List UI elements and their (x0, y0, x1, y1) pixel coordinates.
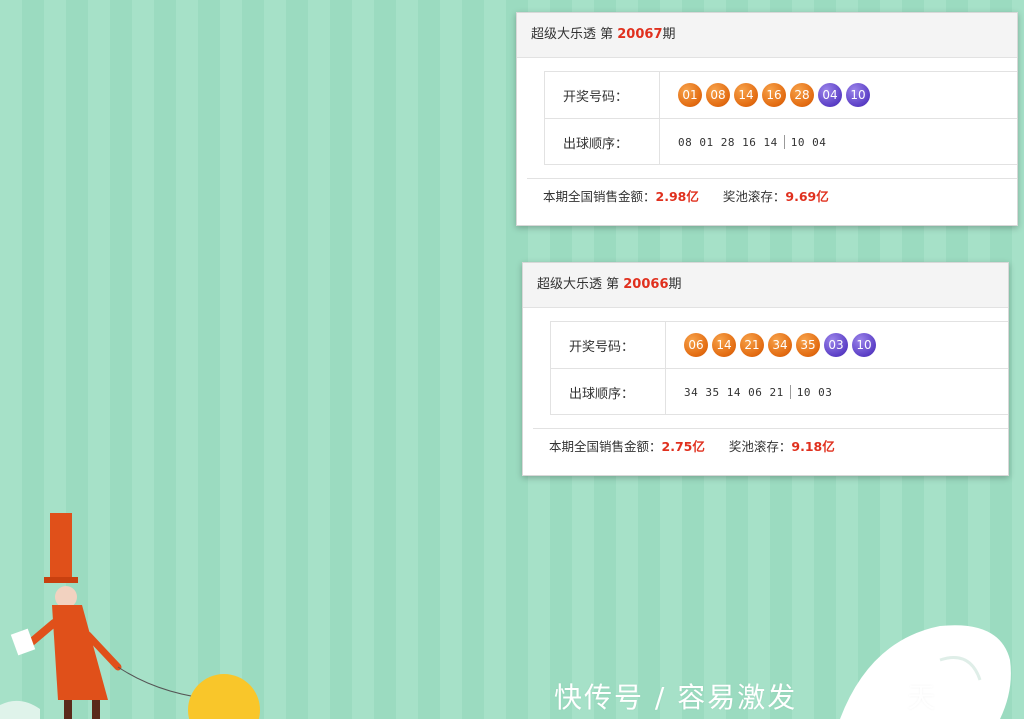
order-row: 出球顺序： 08 01 28 16 14 10 04 (545, 119, 1017, 165)
lottery-card-20067: 超级大乐透 第 20067期 开奖号码： 01 08 14 16 28 04 1… (516, 12, 1018, 226)
order-label: 出球顺序： (551, 369, 666, 415)
order-row: 出球顺序： 34 35 14 06 21 10 03 (551, 369, 1008, 415)
blue-ball: 10 (852, 333, 876, 357)
red-ball: 28 (790, 83, 814, 107)
balls-container: 01 08 14 16 28 04 10 (660, 83, 870, 107)
order-separator (783, 135, 785, 149)
balls-container: 06 14 21 34 35 03 10 (666, 333, 876, 357)
order-separator (789, 385, 791, 399)
sales-info: 本期全国销售金额：2.75亿 (549, 436, 705, 455)
sales-value: 2.75亿 (661, 438, 705, 454)
header-prefix: 超级大乐透 第 (531, 27, 618, 42)
red-ball: 08 (706, 83, 730, 107)
red-ball: 14 (712, 333, 736, 357)
sales-value: 2.98亿 (655, 188, 699, 204)
order-front: 08 01 28 16 14 (678, 135, 778, 149)
watermark-main: 快传号 / 容易激发 (554, 681, 798, 714)
order-back: 10 04 (790, 135, 827, 149)
order-front: 34 35 14 06 21 (684, 385, 784, 399)
draw-table: 开奖号码： 06 14 21 34 35 03 10 出球顺序： 34 35 1… (550, 321, 1008, 415)
blue-ball: 04 (818, 83, 842, 107)
issue-number: 20066 (623, 277, 669, 292)
red-ball: 14 (734, 83, 758, 107)
red-ball: 16 (762, 83, 786, 107)
pool-info: 奖池滚存：9.69亿 (723, 186, 829, 205)
watermark-text: 快传号 / 容易激发 天 (554, 676, 937, 716)
numbers-label: 开奖号码： (551, 322, 666, 368)
header-prefix: 超级大乐透 第 (537, 277, 624, 292)
red-ball: 21 (740, 333, 764, 357)
numbers-row: 开奖号码： 01 08 14 16 28 04 10 (545, 72, 1017, 119)
numbers-row: 开奖号码： 06 14 21 34 35 03 10 (551, 322, 1008, 369)
pool-label: 奖池滚存： (722, 188, 786, 204)
header-suffix: 期 (668, 277, 682, 292)
order-back: 10 03 (796, 385, 833, 399)
header-suffix: 期 (662, 27, 676, 42)
card-header: 超级大乐透 第 20067期 (517, 13, 1017, 58)
walking-person-illustration (0, 513, 260, 719)
order-sequence: 34 35 14 06 21 10 03 (666, 385, 832, 399)
pool-label: 奖池滚存： (728, 438, 792, 454)
sales-label: 本期全国销售金额： (549, 438, 662, 454)
pool-value: 9.18亿 (791, 438, 835, 454)
red-ball: 34 (768, 333, 792, 357)
numbers-label: 开奖号码： (545, 72, 660, 118)
sales-info: 本期全国销售金额：2.98亿 (543, 186, 699, 205)
sales-label: 本期全国销售金额： (543, 188, 656, 204)
red-ball: 35 (796, 333, 820, 357)
pool-info: 奖池滚存：9.18亿 (729, 436, 835, 455)
card-header: 超级大乐透 第 20066期 (523, 263, 1008, 308)
sales-footer: 本期全国销售金额：2.75亿 奖池滚存：9.18亿 (533, 428, 1008, 461)
order-sequence: 08 01 28 16 14 10 04 (660, 135, 826, 149)
order-label: 出球顺序： (545, 119, 660, 165)
red-ball: 01 (678, 83, 702, 107)
issue-number: 20067 (617, 27, 663, 42)
pool-value: 9.69亿 (785, 188, 829, 204)
lottery-card-20066: 超级大乐透 第 20066期 开奖号码： 06 14 21 34 35 03 1… (522, 262, 1009, 476)
blue-ball: 03 (824, 333, 848, 357)
red-ball: 06 (684, 333, 708, 357)
sales-footer: 本期全国销售金额：2.98亿 奖池滚存：9.69亿 (527, 178, 1017, 211)
watermark-tail: 天 (907, 681, 938, 714)
draw-table: 开奖号码： 01 08 14 16 28 04 10 出球顺序： 08 01 2… (544, 71, 1017, 165)
blue-ball: 10 (846, 83, 870, 107)
